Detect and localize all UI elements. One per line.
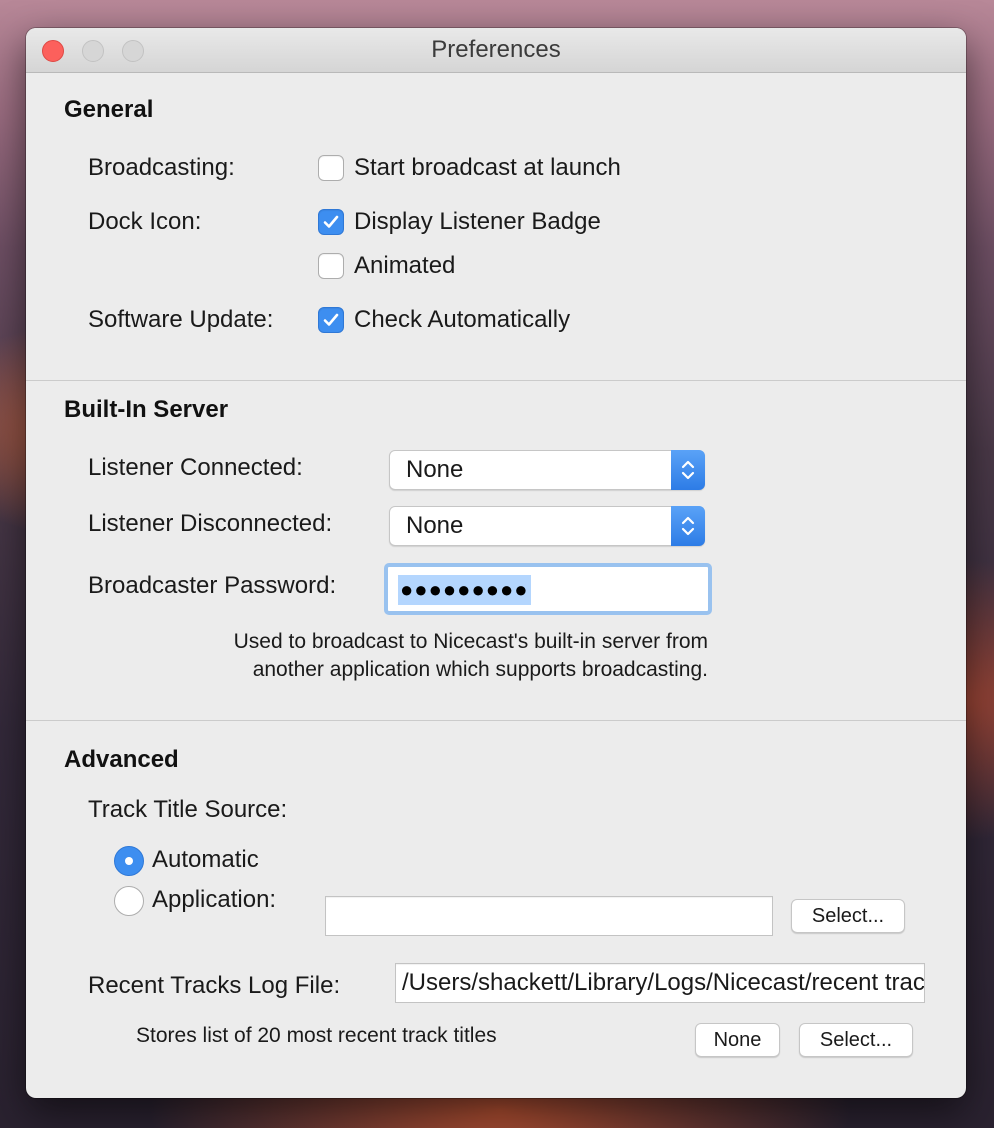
- log-note: Stores list of 20 most recent track titl…: [136, 1024, 497, 1047]
- listener-connected-popup[interactable]: None: [389, 450, 705, 490]
- checkmark-icon: [323, 215, 339, 228]
- track-title-source-label: Track Title Source:: [88, 796, 288, 823]
- automatic-label[interactable]: Automatic: [152, 846, 259, 874]
- title-bar[interactable]: Preferences: [26, 28, 966, 73]
- password-value: ●●●●●●●●●: [398, 575, 531, 605]
- none-button[interactable]: None: [695, 1023, 780, 1057]
- listener-badge-checkbox[interactable]: [318, 209, 344, 235]
- application-radio[interactable]: [114, 886, 144, 916]
- broadcaster-password-field[interactable]: ●●●●●●●●●: [384, 563, 712, 615]
- section-divider: [26, 720, 966, 721]
- listener-disconnected-value: None: [406, 512, 464, 539]
- listener-badge-label[interactable]: Display Listener Badge: [354, 208, 601, 236]
- popup-stepper: [671, 506, 705, 546]
- check-automatically-checkbox[interactable]: [318, 307, 344, 333]
- listener-connected-value: None: [406, 456, 464, 483]
- automatic-radio[interactable]: [114, 846, 144, 876]
- popup-stepper: [671, 450, 705, 490]
- checkmark-icon: [323, 313, 339, 326]
- window-title: Preferences: [431, 36, 561, 63]
- general-heading: General: [64, 96, 154, 123]
- log-file-input[interactable]: /Users/shackett/Library/Logs/Nicecast/re…: [395, 963, 925, 1003]
- server-note: Used to broadcast to Nicecast's built-in…: [234, 628, 708, 684]
- broadcasting-label: Broadcasting:: [88, 154, 235, 181]
- animated-checkbox[interactable]: [318, 253, 344, 279]
- listener-connected-label: Listener Connected:: [88, 454, 303, 481]
- listener-disconnected-popup[interactable]: None: [389, 506, 705, 546]
- section-divider: [26, 380, 966, 381]
- server-note-line1: Used to broadcast to Nicecast's built-in…: [233, 630, 708, 653]
- application-input[interactable]: [325, 896, 773, 936]
- broadcaster-password-label: Broadcaster Password:: [88, 572, 337, 599]
- log-file-value: /Users/shackett/Library/Logs/Nicecast/re…: [402, 969, 925, 996]
- select-application-button[interactable]: Select...: [791, 899, 905, 933]
- animated-label[interactable]: Animated: [354, 252, 455, 280]
- server-note-line2: another application which supports broad…: [252, 658, 708, 681]
- server-heading: Built-In Server: [64, 396, 229, 423]
- log-file-label: Recent Tracks Log File:: [88, 972, 341, 999]
- application-label[interactable]: Application:: [152, 886, 276, 914]
- chevron-up-down-icon: [681, 516, 695, 536]
- dock-icon-label: Dock Icon:: [88, 208, 202, 235]
- chevron-up-down-icon: [681, 460, 695, 480]
- check-automatically-label[interactable]: Check Automatically: [354, 306, 570, 334]
- listener-disconnected-label: Listener Disconnected:: [88, 510, 333, 537]
- software-update-label: Software Update:: [88, 306, 274, 333]
- start-broadcast-label[interactable]: Start broadcast at launch: [354, 154, 621, 182]
- select-log-button[interactable]: Select...: [799, 1023, 913, 1057]
- preferences-window: Preferences General Broadcasting: Start …: [26, 28, 966, 1098]
- start-broadcast-checkbox[interactable]: [318, 155, 344, 181]
- advanced-heading: Advanced: [64, 746, 179, 773]
